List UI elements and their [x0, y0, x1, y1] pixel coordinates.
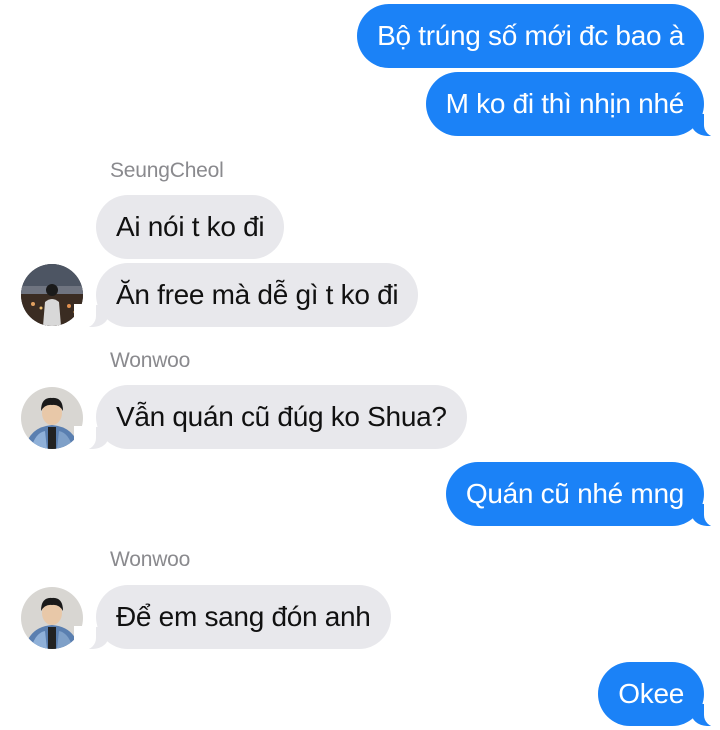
incoming-message-bubble[interactable]: Ai nói t ko đi	[96, 195, 285, 259]
message-text: Okee	[618, 678, 684, 709]
outgoing-message-bubble[interactable]: Okee	[598, 662, 720, 727]
message-text: M ko đi thì nhịn nhé	[445, 88, 685, 119]
incoming-message-bubble[interactable]: Để em sang đón anh	[74, 585, 391, 650]
sender-name: Wonwoo	[110, 548, 191, 571]
message-text: Để em sang đón anh	[116, 601, 371, 632]
outgoing-message-bubble[interactable]: M ko đi thì nhịn nhé	[425, 72, 720, 137]
message-text: Ăn free mà dễ gì t ko đi	[116, 279, 399, 310]
message-text: Ai nói t ko đi	[116, 211, 265, 242]
message-text: Bộ trúng số mới đc bao à	[377, 20, 684, 51]
outgoing-message-bubble[interactable]: Bộ trúng số mới đc bao à	[357, 4, 704, 68]
incoming-message-bubble[interactable]: Vẫn quán cũ đúg ko Shua?	[74, 385, 467, 450]
incoming-message-bubble[interactable]: Ăn free mà dễ gì t ko đi	[73, 263, 419, 328]
sender-name: SeungCheol	[110, 159, 224, 182]
outgoing-message-bubble[interactable]: Quán cũ nhé mng	[445, 462, 720, 527]
sender-name: Wonwoo	[110, 349, 191, 372]
message-text: Quán cũ nhé mng	[465, 478, 684, 509]
message-text: Vẫn quán cũ đúg ko Shua?	[116, 401, 447, 432]
